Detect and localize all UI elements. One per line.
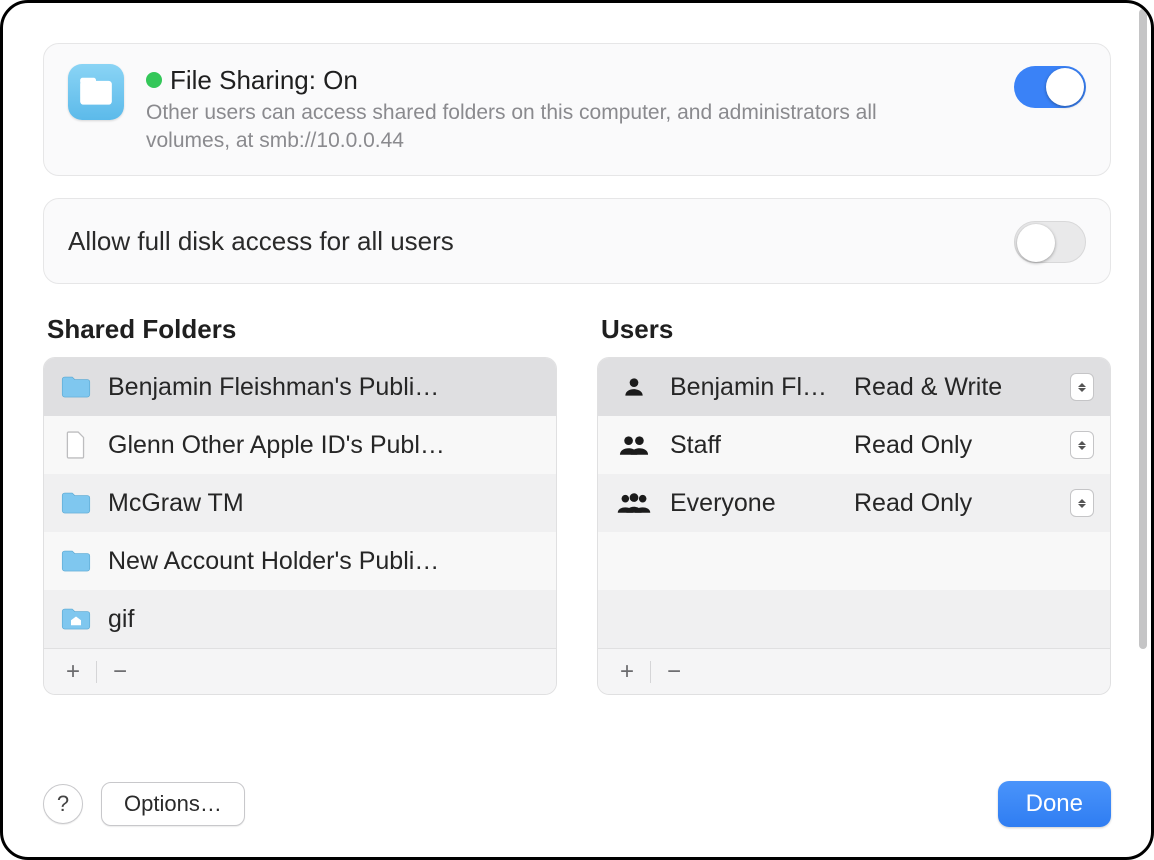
pair-icon (614, 432, 654, 458)
folder-label: New Account Holder's Publi… (108, 547, 540, 576)
file-sharing-sheet: File Sharing: On Other users can access … (0, 0, 1154, 860)
user-permission: Read Only (854, 489, 1054, 518)
empty-row (598, 590, 1110, 648)
folder-label: Glenn Other Apple ID's Publ… (108, 431, 540, 460)
separator (96, 661, 97, 683)
remove-user-button[interactable]: − (655, 657, 693, 687)
home-folder-icon (60, 603, 92, 635)
file-sharing-toggle[interactable] (1014, 66, 1086, 108)
empty-row (598, 532, 1110, 590)
file-sharing-icon (68, 64, 124, 120)
add-user-button[interactable]: + (608, 657, 646, 687)
file-icon (60, 429, 92, 461)
permission-stepper[interactable] (1070, 431, 1094, 459)
user-permission: Read & Write (854, 373, 1054, 402)
users-heading: Users (597, 314, 1111, 357)
header-title: File Sharing: On (170, 66, 358, 95)
toggle-knob (1046, 68, 1084, 106)
remove-folder-button[interactable]: − (101, 657, 139, 687)
permission-stepper[interactable] (1070, 489, 1094, 517)
full-disk-label: Allow full disk access for all users (68, 226, 454, 257)
users-list[interactable]: Benjamin Flei… Read & Write Staff Read O… (597, 357, 1111, 695)
folder-icon (60, 487, 92, 519)
folder-row[interactable]: Benjamin Fleishman's Publi… (44, 358, 556, 416)
help-button[interactable]: ? (43, 784, 83, 824)
add-folder-button[interactable]: + (54, 657, 92, 687)
folder-label: Benjamin Fleishman's Publi… (108, 373, 540, 402)
full-disk-access-row: Allow full disk access for all users (43, 198, 1111, 284)
bottom-bar: ? Options… Done (43, 781, 1111, 827)
folder-row[interactable]: New Account Holder's Publi… (44, 532, 556, 590)
status-dot-icon (146, 72, 162, 88)
shared-folders-column: Shared Folders Benjamin Fleishman's Publ… (43, 314, 557, 695)
permission-stepper[interactable] (1070, 373, 1094, 401)
user-row[interactable]: Everyone Read Only (598, 474, 1110, 532)
user-name: Staff (670, 431, 838, 460)
folder-row[interactable]: gif (44, 590, 556, 648)
scrollbar-thumb[interactable] (1139, 9, 1147, 649)
folder-row[interactable]: Glenn Other Apple ID's Publ… (44, 416, 556, 474)
user-row[interactable]: Staff Read Only (598, 416, 1110, 474)
user-name: Everyone (670, 489, 838, 518)
shared-folders-list[interactable]: Benjamin Fleishman's Publi… Glenn Other … (43, 357, 557, 695)
separator (650, 661, 651, 683)
person-icon (614, 374, 654, 400)
toggle-knob (1017, 224, 1055, 262)
header-text: File Sharing: On Other users can access … (146, 64, 992, 155)
header-description: Other users can access shared folders on… (146, 99, 966, 156)
folder-label: McGraw TM (108, 489, 540, 518)
header-title-row: File Sharing: On (146, 66, 992, 95)
group-icon (614, 490, 654, 516)
folder-label: gif (108, 605, 540, 634)
users-footer: + − (598, 648, 1110, 694)
folder-row[interactable]: McGraw TM (44, 474, 556, 532)
done-button[interactable]: Done (998, 781, 1111, 827)
shared-folders-footer: + − (44, 648, 556, 694)
user-name: Benjamin Flei… (670, 373, 838, 402)
options-button[interactable]: Options… (101, 782, 245, 826)
scrollbar[interactable] (1137, 9, 1149, 851)
columns: Shared Folders Benjamin Fleishman's Publ… (43, 314, 1111, 695)
user-row[interactable]: Benjamin Flei… Read & Write (598, 358, 1110, 416)
folder-icon (60, 545, 92, 577)
users-column: Users Benjamin Flei… Read & Write (597, 314, 1111, 695)
user-permission: Read Only (854, 431, 1054, 460)
full-disk-toggle[interactable] (1014, 221, 1086, 263)
folder-icon (60, 371, 92, 403)
file-sharing-header: File Sharing: On Other users can access … (43, 43, 1111, 176)
shared-folders-heading: Shared Folders (43, 314, 557, 357)
